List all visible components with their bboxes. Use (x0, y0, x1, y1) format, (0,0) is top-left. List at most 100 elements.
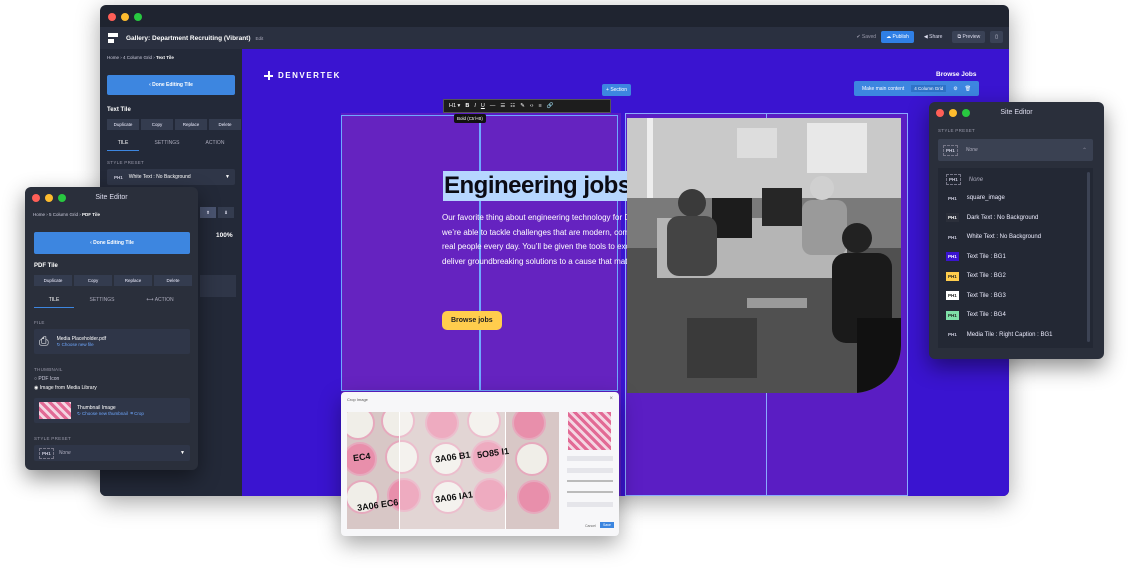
rotate-slider[interactable] (567, 491, 613, 493)
saved-status: ✔ Saved (856, 34, 877, 40)
hero-headline[interactable]: Engineering jobs (443, 171, 632, 201)
numbered-list-icon[interactable]: ☷ (510, 103, 515, 109)
make-main-content-button[interactable]: Make main content 4 Column Grid ⚙ 🗑 (854, 81, 980, 96)
left-site-editor: Site Editor Home › 5 Column Grid › PDF T… (25, 187, 198, 470)
preview-label: Preview (962, 34, 981, 40)
breadcrumb-grid[interactable]: 4 Column Grid (123, 55, 152, 60)
trash-icon[interactable]: 🗑 (965, 86, 971, 92)
done-editing-button[interactable]: ‹ Done Editing Tile (107, 75, 235, 95)
bold-icon[interactable]: B (465, 103, 469, 109)
crop-selection[interactable] (399, 412, 506, 529)
share-button[interactable]: ◀ Share (919, 31, 948, 43)
crop-setting-field[interactable] (567, 456, 613, 461)
close-window-button[interactable] (108, 13, 116, 21)
minimize-window-button[interactable] (121, 13, 129, 21)
style-preset-select[interactable]: PH1 White Text : No Background ▼ (107, 169, 235, 185)
close-icon[interactable]: × (609, 396, 613, 402)
style-preset-label: STYLE PRESET (34, 436, 72, 441)
delete-button[interactable]: Delete (209, 119, 241, 130)
bullet-list-icon[interactable]: ☰ (500, 103, 505, 109)
petri-dish (512, 412, 546, 440)
duplicate-button[interactable]: Duplicate (107, 119, 139, 130)
strikethrough-icon[interactable]: — (490, 103, 496, 109)
done-editing-button[interactable]: ‹ Done Editing Tile (34, 232, 190, 254)
done-editing-label: Done Editing Tile (93, 240, 134, 246)
radio-media-library-label: Image from Media Library (39, 385, 97, 391)
maximize-window-button[interactable] (134, 13, 142, 21)
file-picker[interactable]: ⎙ Media Placeholder.pdf ↻ Choose new fil… (34, 329, 190, 354)
pdf-file-icon: ⎙ (39, 334, 49, 348)
add-section-button[interactable]: + Section (602, 84, 631, 96)
preset-option[interactable]: PH1 Media Tile : Right Caption : BG1 (946, 330, 1052, 339)
heading-level-select[interactable]: H1 ▾ (449, 103, 460, 109)
mobile-view-icon[interactable]: ▯ (990, 31, 1003, 43)
clear-format-icon[interactable]: ✎ (520, 103, 525, 109)
crop-setting-field[interactable] (567, 468, 613, 473)
tab-action[interactable]: ACTION (195, 140, 235, 151)
tab-tile[interactable]: TILE (107, 140, 139, 151)
zoom-slider[interactable] (567, 480, 613, 482)
chevron-down-icon: ▼ (225, 174, 230, 180)
breadcrumb-home[interactable]: Home (107, 55, 119, 60)
choose-thumb-link[interactable]: ↻ Choose new thumbnail (77, 411, 128, 416)
preset-option[interactable]: PH1 square_image (946, 194, 1005, 203)
tile-heading: Text Tile (107, 107, 131, 113)
scrollbar[interactable] (1087, 172, 1090, 342)
sidebar-panel-block (200, 275, 236, 297)
align-icon[interactable]: ≡ (538, 103, 541, 109)
edit-title-link[interactable]: Edit (256, 36, 264, 41)
radio-media-library[interactable]: ◉ Image from Media Library (34, 385, 97, 391)
add-section-label: Section (610, 87, 627, 93)
preset-option[interactable]: PH1 Text Tile : BG3 (946, 291, 1006, 300)
save-button[interactable]: Save (600, 522, 614, 528)
nav-browse-jobs[interactable]: Browse Jobs (936, 71, 976, 78)
preset-option[interactable]: PH1 Dark Text : No Background (946, 213, 1038, 222)
align-up-icon[interactable]: ⬆ (200, 207, 216, 218)
copy-button[interactable]: Copy (141, 119, 173, 130)
align-down-icon[interactable]: ⬇ (218, 207, 234, 218)
page-title: Gallery: Department Recruiting (Vibrant) (126, 34, 251, 42)
style-preset-select[interactable]: PH1 None ⌃ (938, 139, 1093, 161)
copy-button[interactable]: Copy (74, 275, 112, 286)
tab-action[interactable]: ⟷ ACTION (130, 297, 190, 308)
underline-icon[interactable]: U (481, 103, 485, 109)
tab-settings[interactable]: SETTINGS (139, 140, 195, 151)
crop-setting-field[interactable] (567, 502, 613, 507)
breadcrumb-home[interactable]: Home (33, 212, 45, 217)
office-photo[interactable] (627, 118, 901, 393)
replace-button[interactable]: Replace (114, 275, 152, 286)
preset-option[interactable]: PH1 None (946, 174, 983, 185)
radio-pdf-icon[interactable]: ○ PDF Icon (34, 376, 59, 382)
browse-jobs-button[interactable]: Browse jobs (442, 311, 502, 330)
crop-canvas[interactable]: EC4 3A06 B1 5O85 I1 3A06 IA1 3A06 EC6 (347, 412, 559, 529)
publish-button[interactable]: ☁ Publish (881, 31, 914, 43)
style-preset-select[interactable]: PH1 None ▼ (34, 445, 190, 461)
choose-file-link[interactable]: ↻ Choose new file (57, 342, 106, 348)
app-toolbar: Gallery: Department Recruiting (Vibrant)… (100, 27, 1009, 49)
code-icon[interactable]: ‹› (530, 103, 534, 109)
style-preset-value: White Text : No Background (128, 174, 191, 180)
tile-heading: PDF Tile (34, 263, 58, 269)
tab-tile[interactable]: TILE (34, 297, 74, 308)
duplicate-button[interactable]: Duplicate (34, 275, 72, 286)
bold-tooltip: Bold (Ctrl+B) (454, 114, 486, 123)
crop-link[interactable]: ⌗ Crop (130, 411, 144, 416)
thumbnail-label: THUMBNAIL (34, 367, 63, 372)
italic-icon[interactable]: I (474, 103, 476, 109)
thumbnail-picker[interactable]: Thumbnail Image ↻ Choose new thumbnail ⌗… (34, 398, 190, 423)
cancel-button[interactable]: Cancel (585, 524, 596, 528)
breadcrumb-grid[interactable]: 5 Column Grid (49, 212, 78, 217)
preset-option[interactable]: PH1 Text Tile : BG4 (946, 310, 1006, 320)
settings-gear-icon[interactable]: ⚙ (953, 86, 957, 92)
share-label: Share (929, 34, 943, 40)
tab-settings[interactable]: SETTINGS (74, 297, 130, 308)
preview-button[interactable]: ⧉ Preview (952, 31, 986, 43)
brand-name: DENVERTEK (278, 71, 341, 80)
preset-option[interactable]: PH1 White Text : No Background (946, 233, 1041, 242)
preset-option[interactable]: PH1 Text Tile : BG1 (946, 252, 1006, 261)
preset-option[interactable]: PH1 Text Tile : BG2 (946, 271, 1006, 281)
replace-button[interactable]: Replace (175, 119, 207, 130)
brand-logo[interactable]: DENVERTEK (264, 71, 341, 80)
delete-button[interactable]: Delete (154, 275, 192, 286)
link-icon[interactable]: 🔗 (547, 103, 554, 109)
